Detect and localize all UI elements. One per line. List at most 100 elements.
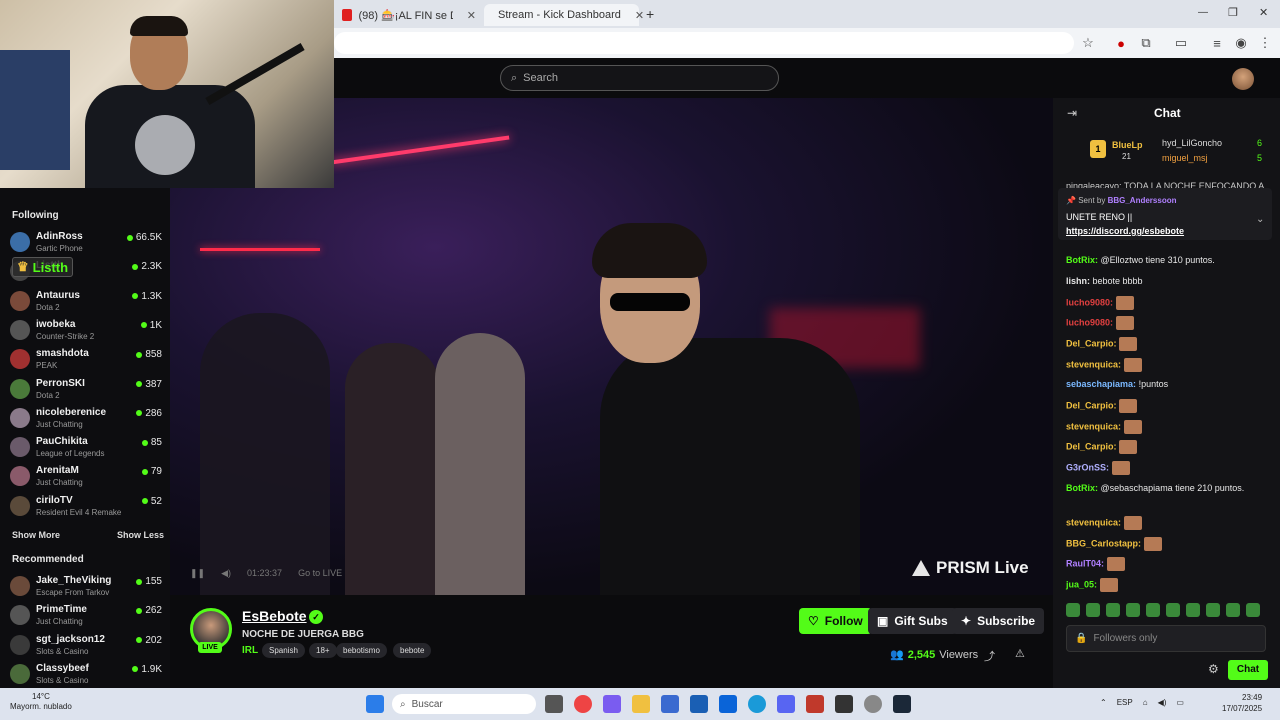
emote-bar[interactable] xyxy=(1066,603,1266,619)
chat-username[interactable]: lucho9080: xyxy=(1066,297,1113,307)
system-tray[interactable]: ⌃ ESP ⌂ ◀) ▭ xyxy=(1100,698,1184,707)
edge-icon[interactable] xyxy=(748,695,766,713)
chat-username[interactable]: BotRix: xyxy=(1066,255,1098,265)
channel-name: PrimeTime xyxy=(36,604,87,616)
sidebar-channel-item[interactable]: ciriloTV Resident Evil 4 Remake 52 xyxy=(10,493,162,522)
discord-icon[interactable] xyxy=(777,695,795,713)
tag-pill[interactable]: Spanish xyxy=(262,643,305,658)
subscribe-button[interactable]: ✦ Subscribe xyxy=(952,608,1045,634)
chat-username[interactable]: Del_Carpio: xyxy=(1066,441,1117,451)
taskbar-search[interactable]: ⌕ Buscar xyxy=(392,694,536,714)
tag-pill[interactable]: bebote xyxy=(393,643,432,658)
sidebar-channel-item[interactable]: PauChikita League of Legends 85 xyxy=(10,434,162,463)
sidebar-channel-item[interactable]: ArenitaM Just Chatting 79 xyxy=(10,463,162,492)
sidebar-channel-item[interactable]: PerronSKI Dota 2 387 xyxy=(10,376,162,405)
windows-start-icon[interactable] xyxy=(366,695,384,713)
rank-badge-icon: 1 xyxy=(1090,140,1106,158)
chat-username[interactable]: stevenquica: xyxy=(1066,517,1121,527)
tag-pill[interactable]: 18+ xyxy=(309,643,337,658)
sidebar-channel-item[interactable]: Jake_TheViking Escape From Tarkov 155 xyxy=(10,573,162,602)
collapse-chat-icon[interactable]: ⇥ xyxy=(1067,106,1077,120)
chat-username[interactable]: BotRix: xyxy=(1066,483,1098,493)
network-icon[interactable]: ⌂ xyxy=(1143,698,1148,707)
profile-icon[interactable]: ◉ xyxy=(1232,34,1250,52)
go-live-button[interactable]: Go to LIVE xyxy=(298,568,342,579)
chevron-up-icon[interactable]: ⌃ xyxy=(1100,698,1107,707)
extensions-icon[interactable]: ⧉ xyxy=(1137,34,1155,52)
menu-icon[interactable]: ⋮ xyxy=(1256,34,1274,52)
dropbox-icon[interactable] xyxy=(719,695,737,713)
store-icon[interactable] xyxy=(661,695,679,713)
verified-icon: ✓ xyxy=(309,610,323,624)
chat-username[interactable]: jua_05: xyxy=(1066,579,1097,589)
cast-icon[interactable]: ▭ xyxy=(1172,34,1190,52)
user-avatar[interactable] xyxy=(1232,68,1254,90)
viewer-number: 1.9K xyxy=(141,663,162,675)
show-less-link[interactable]: Show Less xyxy=(117,530,164,540)
chat-username[interactable]: stevenquica: xyxy=(1066,359,1121,369)
follow-button[interactable]: ♡ Follow xyxy=(799,608,872,634)
search-input[interactable]: ⌕ Search xyxy=(500,65,779,91)
share-icon[interactable]: ⤴ xyxy=(984,648,995,664)
chat-input[interactable]: 🔒 Followers only xyxy=(1066,625,1266,652)
volume-icon[interactable]: ◀) xyxy=(1158,698,1167,707)
outlook-icon[interactable] xyxy=(690,695,708,713)
media-icon[interactable]: ≡ xyxy=(1208,34,1226,52)
sidebar-channel-item[interactable]: Antaurus Dota 2 1.3K xyxy=(10,288,162,317)
adblock-icon[interactable]: ● xyxy=(1112,34,1130,52)
pause-icon[interactable]: ❚❚ xyxy=(190,568,205,579)
sidebar-channel-item[interactable]: iwobeka Counter-Strike 2 1K xyxy=(10,317,162,346)
chrome-icon[interactable] xyxy=(574,695,592,713)
app-icon[interactable] xyxy=(806,695,824,713)
sidebar-channel-item[interactable]: Classybeef Slots & Casino 1.9K xyxy=(10,661,162,690)
sidebar-channel-item[interactable]: AdinRoss Gartic Phone 66.5K xyxy=(10,229,162,258)
volume-icon[interactable]: ◀) xyxy=(221,568,231,579)
tab-kick-dashboard[interactable]: Stream - Kick Dashboard ✕ xyxy=(484,4,644,26)
task-view-icon[interactable] xyxy=(545,695,563,713)
chat-username[interactable]: Del_Carpio: xyxy=(1066,400,1117,410)
file-explorer-icon[interactable] xyxy=(632,695,650,713)
chat-username[interactable]: G3rOnSS: xyxy=(1066,462,1109,472)
category-link[interactable]: IRL xyxy=(242,645,258,656)
player-controls[interactable]: ❚❚ ◀) 01:23:37 Go to LIVE xyxy=(190,568,342,579)
kick-app-icon[interactable] xyxy=(835,695,853,713)
pinned-link[interactable]: https://discord.gg/esbebote xyxy=(1066,226,1184,236)
close-window-button[interactable]: ✕ xyxy=(1259,6,1268,19)
sidebar-channel-item[interactable]: smashdota PEAK 858 xyxy=(10,346,162,375)
chat-username[interactable]: lucho9080: xyxy=(1066,317,1113,327)
close-tab-icon[interactable]: ✕ xyxy=(635,9,644,22)
clock[interactable]: 23:49 17/07/2025 xyxy=(1222,692,1262,714)
restore-button[interactable]: ❐ xyxy=(1228,6,1238,19)
chevron-down-icon[interactable]: ⌄ xyxy=(1256,214,1264,225)
steam-icon[interactable] xyxy=(893,695,911,713)
chat-username[interactable]: BBG_Carlostapp: xyxy=(1066,538,1141,548)
sidebar-channel-item[interactable]: nicoleberenice Just Chatting 286 xyxy=(10,405,162,434)
channel-name[interactable]: EsBebote xyxy=(242,608,307,624)
chat-username[interactable]: stevenquica: xyxy=(1066,421,1121,431)
viewer-count: 1K xyxy=(140,320,162,331)
weather-widget[interactable]: 14°C Mayorm. nublado xyxy=(10,692,72,712)
chat-username[interactable]: Del_Carpio: xyxy=(1066,338,1117,348)
sidebar-channel-item[interactable]: PrimeTime Just Chatting 262 xyxy=(10,602,162,631)
bookmark-star-icon[interactable]: ☆ xyxy=(1079,34,1097,52)
copilot-icon[interactable] xyxy=(603,695,621,713)
battery-icon[interactable]: ▭ xyxy=(1176,698,1184,707)
chat-username[interactable]: RaulT04: xyxy=(1066,558,1104,568)
gift-subs-button[interactable]: ▣ Gift Subs xyxy=(868,608,957,634)
show-more-link[interactable]: Show More xyxy=(12,530,60,540)
report-icon[interactable]: ⚠ xyxy=(1015,647,1025,660)
channel-name: nicoleberenice xyxy=(36,406,107,418)
chat-username[interactable]: lishn: xyxy=(1066,276,1090,286)
tag-pill[interactable]: bebotismo xyxy=(336,643,387,658)
gear-icon[interactable]: ⚙ xyxy=(1208,662,1219,676)
chat-username[interactable]: sebaschapiama: xyxy=(1066,379,1136,389)
address-bar[interactable] xyxy=(334,32,1074,54)
new-tab-button[interactable]: + xyxy=(646,6,654,22)
sidebar-channel-item[interactable]: sgt_jackson12 Slots & Casino 202 xyxy=(10,632,162,661)
obs-icon[interactable] xyxy=(864,695,882,713)
chat-send-button[interactable]: Chat xyxy=(1228,660,1268,680)
lang-indicator[interactable]: ESP xyxy=(1117,698,1133,707)
close-tab-icon[interactable]: ✕ xyxy=(467,9,476,22)
tab-youtube[interactable]: (98) 🎰¡AL FIN se DIERON con ✕ xyxy=(334,4,484,26)
minimize-button[interactable]: — xyxy=(1198,7,1208,18)
